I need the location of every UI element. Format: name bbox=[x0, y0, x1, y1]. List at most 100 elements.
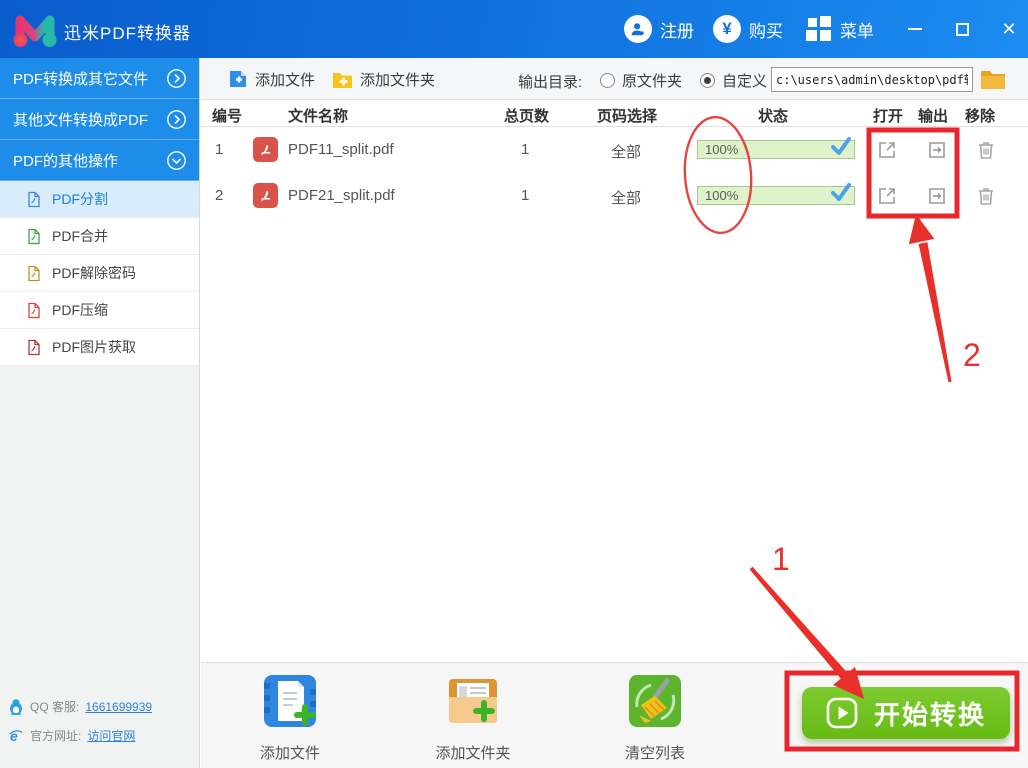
radio-custom-folder[interactable]: 自定义 bbox=[700, 70, 767, 91]
pdf-doc-icon bbox=[28, 339, 40, 355]
website-label: 官方网址: bbox=[30, 729, 82, 743]
add-file-big-button[interactable]: 添加文件 bbox=[235, 673, 345, 763]
radio-circle-selected-icon bbox=[700, 73, 715, 88]
radio-original-label: 原文件夹 bbox=[622, 73, 683, 90]
minimize-button[interactable] bbox=[901, 16, 929, 42]
add-file-button[interactable]: 添加文件 bbox=[228, 67, 315, 91]
website-link[interactable]: 访问官网 bbox=[87, 727, 135, 744]
browser-e-icon: e bbox=[9, 728, 23, 744]
radio-circle-icon bbox=[600, 73, 615, 88]
add-file-big-label: 添加文件 bbox=[259, 745, 320, 762]
register-button[interactable]: 注册 bbox=[624, 15, 694, 43]
add-file-icon bbox=[230, 71, 246, 87]
table-row: 2 PDF21_split.pdf 1 全部 100% bbox=[201, 173, 1028, 219]
qq-penguin-icon bbox=[10, 699, 22, 715]
add-folder-big-label: 添加文件夹 bbox=[435, 745, 511, 762]
output-dir-label: 输出目录: bbox=[518, 74, 583, 91]
sidebar-category-other-to-pdf[interactable]: 其他文件转换成PDF bbox=[0, 99, 199, 140]
page-range: 全部 bbox=[611, 190, 642, 207]
sidebar: PDF转换成其它文件 其他文件转换成PDF PDF的其他操作 PDF分割 PDF… bbox=[0, 58, 200, 768]
add-file-big-icon bbox=[264, 675, 316, 727]
close-button[interactable]: ✕ bbox=[995, 16, 1023, 42]
chevron-right-circle-icon bbox=[167, 68, 186, 88]
col-header-output: 输出 bbox=[918, 108, 949, 125]
qq-label: QQ 客服: bbox=[30, 700, 80, 714]
sidebar-item-label: PDF合并 bbox=[52, 228, 108, 244]
buy-button[interactable]: ¥ 购买 bbox=[713, 15, 783, 43]
sidebar-item-pdf-split[interactable]: PDF分割 bbox=[0, 181, 199, 218]
sidebar-item-label: PDF压缩 bbox=[52, 302, 108, 318]
pdf-doc-icon bbox=[28, 228, 40, 244]
sidebar-category-pdf-other-ops[interactable]: PDF的其他操作 bbox=[0, 140, 199, 181]
pdf-doc-icon bbox=[28, 302, 40, 318]
file-name: PDF21_split.pdf bbox=[288, 187, 395, 204]
sidebar-category-pdf-to-other[interactable]: PDF转换成其它文件 bbox=[0, 58, 199, 99]
add-folder-big-button[interactable]: 添加文件夹 bbox=[418, 673, 528, 763]
close-icon: ✕ bbox=[1001, 18, 1017, 39]
maximize-icon bbox=[955, 22, 969, 36]
sidebar-item-pdf-merge[interactable]: PDF合并 bbox=[0, 218, 199, 255]
user-plus-icon bbox=[624, 15, 652, 43]
open-output-icon[interactable] bbox=[927, 140, 947, 160]
radio-original-folder[interactable]: 原文件夹 bbox=[600, 70, 682, 91]
col-header-filename: 文件名称 bbox=[288, 108, 349, 125]
open-output-icon[interactable] bbox=[927, 186, 947, 206]
col-header-no: 编号 bbox=[212, 108, 243, 125]
sidebar-item-pdf-remove-password[interactable]: PDF解除密码 bbox=[0, 255, 199, 292]
chevron-down-circle-icon bbox=[167, 150, 186, 170]
menu-button[interactable]: 菜单 bbox=[806, 15, 874, 43]
toolbar: 添加文件 添加文件夹 输出目录: 原文件夹 自定义 bbox=[201, 58, 1028, 100]
output-path-input[interactable] bbox=[771, 67, 973, 92]
sidebar-item-pdf-image-extract[interactable]: PDF图片获取 bbox=[0, 329, 199, 366]
open-file-icon[interactable] bbox=[877, 186, 897, 206]
menu-label: 菜单 bbox=[840, 21, 874, 41]
add-folder-button[interactable]: 添加文件夹 bbox=[332, 67, 435, 91]
register-label: 注册 bbox=[660, 21, 694, 41]
check-icon bbox=[831, 137, 851, 155]
row-number: 1 bbox=[215, 141, 224, 158]
clear-list-label: 清空列表 bbox=[624, 745, 685, 762]
app-logo-icon bbox=[13, 15, 57, 47]
col-header-pages: 总页数 bbox=[504, 108, 550, 125]
page-range: 全部 bbox=[611, 144, 642, 161]
category-label: 其他文件转换成PDF bbox=[13, 111, 149, 129]
sidebar-item-label: PDF图片获取 bbox=[52, 339, 136, 355]
start-convert-button[interactable]: 开始转换 bbox=[802, 687, 1010, 739]
support-block: QQ 客服: 1661699939 e 官方网址: 访问官网 bbox=[0, 692, 200, 750]
maximize-button[interactable] bbox=[948, 16, 976, 42]
pdf-file-icon bbox=[253, 183, 278, 208]
chevron-right-circle-icon bbox=[167, 109, 186, 129]
remove-trash-icon[interactable] bbox=[976, 186, 996, 206]
start-convert-label: 开始转换 bbox=[873, 699, 986, 730]
table-row: 1 PDF11_split.pdf 1 全部 100% bbox=[201, 127, 1028, 173]
file-list: 1 PDF11_split.pdf 1 全部 100% 2 PDF21_spli… bbox=[201, 127, 1028, 662]
titlebar: 迅米PDF转换器 注册 ¥ 购买 菜单 ✕ bbox=[0, 0, 1028, 58]
check-icon bbox=[831, 183, 851, 201]
total-pages: 1 bbox=[521, 187, 530, 204]
website-row: e 官方网址: 访问官网 bbox=[0, 721, 200, 750]
remove-trash-icon[interactable] bbox=[976, 140, 996, 160]
browse-folder-icon[interactable] bbox=[980, 67, 1006, 91]
col-header-open: 打开 bbox=[873, 108, 904, 125]
table-header: 编号 文件名称 总页数 页码选择 状态 打开 输出 移除 bbox=[201, 100, 1028, 127]
buy-label: 购买 bbox=[749, 21, 783, 41]
clear-list-button[interactable]: 清空列表 bbox=[600, 673, 710, 763]
add-folder-label: 添加文件夹 bbox=[360, 71, 436, 89]
sidebar-item-label: PDF分割 bbox=[52, 191, 108, 207]
yen-icon: ¥ bbox=[713, 15, 741, 43]
sidebar-item-label: PDF解除密码 bbox=[52, 265, 136, 281]
qq-support-row: QQ 客服: 1661699939 bbox=[0, 692, 200, 721]
pdf-file-icon bbox=[253, 137, 278, 162]
bottom-action-bar: 添加文件 添加文件夹 清空列表 开始转换 bbox=[201, 662, 1028, 768]
pdf-doc-icon bbox=[28, 265, 40, 281]
minimize-icon bbox=[908, 28, 922, 30]
qq-number-link[interactable]: 1661699939 bbox=[85, 700, 152, 714]
sidebar-item-pdf-compress[interactable]: PDF压缩 bbox=[0, 292, 199, 329]
add-folder-big-icon bbox=[449, 679, 497, 723]
col-header-remove: 移除 bbox=[965, 108, 996, 125]
menu-grid-icon bbox=[806, 16, 832, 42]
col-header-page-range: 页码选择 bbox=[597, 108, 658, 125]
radio-custom-label: 自定义 bbox=[722, 73, 768, 90]
open-file-icon[interactable] bbox=[877, 140, 897, 160]
row-number: 2 bbox=[215, 187, 224, 204]
